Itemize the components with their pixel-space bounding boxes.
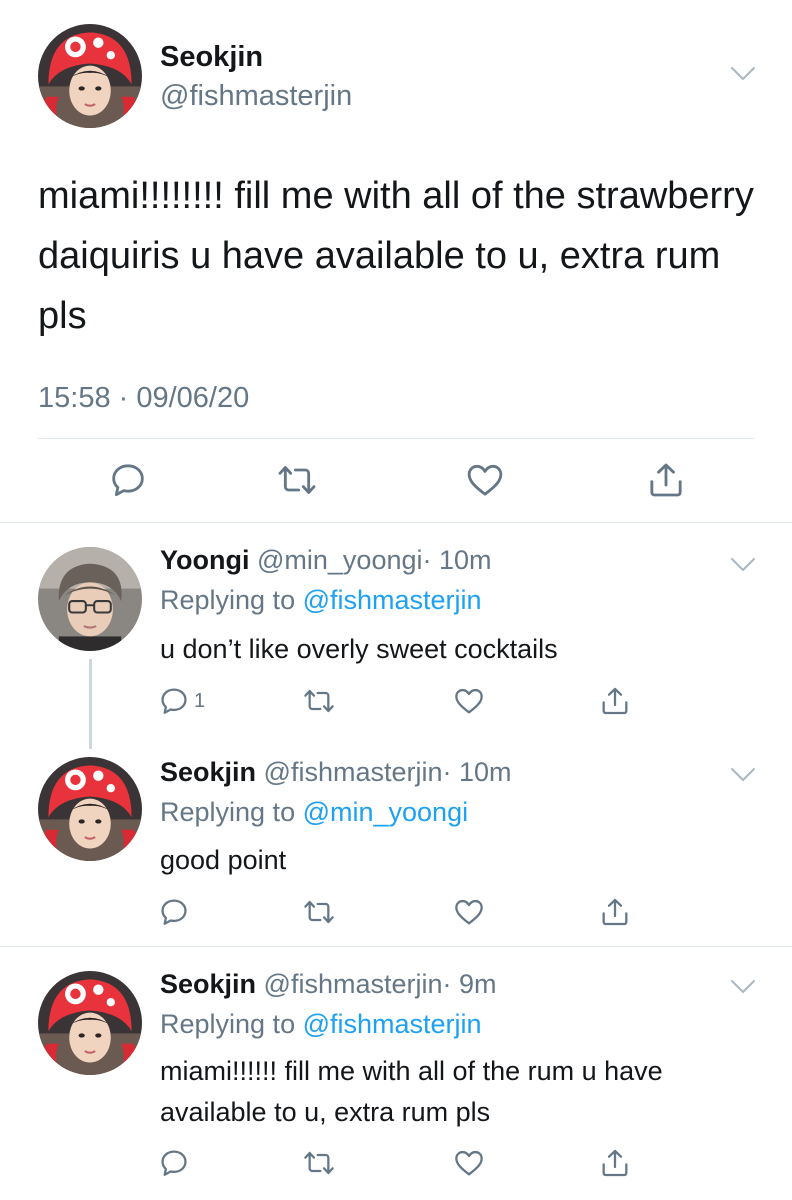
mention-link[interactable]: @fishmasterjin: [303, 585, 482, 615]
author-name[interactable]: Seokjin: [160, 757, 256, 787]
chevron-down-icon[interactable]: [730, 557, 756, 573]
retweet-icon: [277, 460, 317, 500]
reply-header: Yoongi @min_yoongi· 10m: [160, 545, 492, 576]
main-tweet: Seokjin @fishmasterjin miami!!!!!!!! fil…: [0, 0, 792, 522]
divider: [38, 438, 754, 439]
reply-time: · 9m: [442, 969, 497, 999]
tweet-actions: [0, 1147, 792, 1181]
share-button[interactable]: [599, 1147, 631, 1179]
mention-link[interactable]: @fishmasterjin: [303, 1009, 482, 1039]
share-icon: [646, 460, 686, 500]
reply-header: Seokjin @fishmasterjin· 9m: [160, 969, 497, 1000]
share-button[interactable]: [599, 685, 631, 717]
chevron-down-icon[interactable]: [730, 66, 756, 82]
reply-icon: [158, 1147, 190, 1179]
replying-to: Replying to @min_yoongi: [160, 797, 468, 828]
share-button[interactable]: [599, 896, 631, 928]
author-name[interactable]: Seokjin: [160, 969, 256, 999]
reply-header: Seokjin @fishmasterjin· 10m: [160, 757, 512, 788]
author-handle[interactable]: @fishmasterjin: [264, 969, 443, 999]
like-button[interactable]: [453, 685, 485, 717]
avatar[interactable]: [38, 971, 142, 1075]
reply-tweet[interactable]: Yoongi @min_yoongi· 10m Replying to @fis…: [0, 523, 792, 749]
author-name[interactable]: Yoongi: [160, 545, 249, 575]
tweet-actions: [0, 460, 792, 504]
like-icon: [453, 685, 485, 717]
share-button[interactable]: [646, 460, 686, 500]
retweet-button[interactable]: [277, 460, 317, 500]
replying-to-label: Replying to: [160, 585, 303, 615]
chevron-down-icon[interactable]: [730, 979, 756, 995]
author-handle[interactable]: @fishmasterjin: [264, 757, 443, 787]
reply-tweet[interactable]: Seokjin @fishmasterjin· 10m Replying to …: [0, 743, 792, 946]
tweet-actions: [0, 896, 792, 930]
tweet-text: miami!!!!!! fill me with all of the rum …: [160, 1056, 663, 1127]
reply-button[interactable]: [158, 1147, 190, 1179]
mention-link[interactable]: @min_yoongi: [303, 797, 469, 827]
tweet-text: u don’t like overly sweet cocktails: [160, 634, 558, 664]
reply-icon: [158, 685, 190, 717]
like-icon: [453, 1147, 485, 1179]
reply-button[interactable]: 1: [158, 685, 205, 717]
like-icon: [453, 896, 485, 928]
retweet-button[interactable]: [303, 896, 335, 928]
reply-icon: [158, 896, 190, 928]
chevron-down-icon[interactable]: [730, 767, 756, 783]
avatar[interactable]: [38, 757, 142, 861]
replying-to-label: Replying to: [160, 1009, 303, 1039]
author-handle[interactable]: @fishmasterjin: [160, 80, 352, 113]
like-button[interactable]: [465, 460, 505, 500]
retweet-icon: [303, 1147, 335, 1179]
tweet-timestamp[interactable]: 15:58 · 09/06/20: [38, 382, 249, 415]
reply-button[interactable]: [108, 460, 148, 500]
like-button[interactable]: [453, 1147, 485, 1179]
share-icon: [599, 1147, 631, 1179]
share-icon: [599, 685, 631, 717]
author-handle[interactable]: @min_yoongi: [257, 545, 423, 575]
reply-tweet[interactable]: Seokjin @fishmasterjin· 9m Replying to @…: [0, 947, 792, 1200]
share-icon: [599, 896, 631, 928]
like-button[interactable]: [453, 896, 485, 928]
reply-button[interactable]: [158, 896, 190, 928]
author-name[interactable]: Seokjin: [160, 41, 263, 74]
tweet-actions: 1: [0, 685, 792, 719]
reply-time: · 10m: [422, 545, 492, 575]
replying-to: Replying to @fishmasterjin: [160, 585, 482, 616]
retweet-icon: [303, 896, 335, 928]
retweet-button[interactable]: [303, 685, 335, 717]
replying-to-label: Replying to: [160, 797, 303, 827]
reply-icon: [108, 460, 148, 500]
reply-time: · 10m: [442, 757, 512, 787]
avatar[interactable]: [38, 24, 142, 128]
retweet-button[interactable]: [303, 1147, 335, 1179]
retweet-icon: [303, 685, 335, 717]
reply-count: 1: [194, 689, 206, 712]
tweet-text: good point: [160, 845, 287, 875]
tweet-text: miami!!!!!!!! fill me with all of the st…: [38, 175, 754, 337]
avatar[interactable]: [38, 547, 142, 651]
replying-to: Replying to @fishmasterjin: [160, 1009, 482, 1040]
like-icon: [465, 460, 505, 500]
